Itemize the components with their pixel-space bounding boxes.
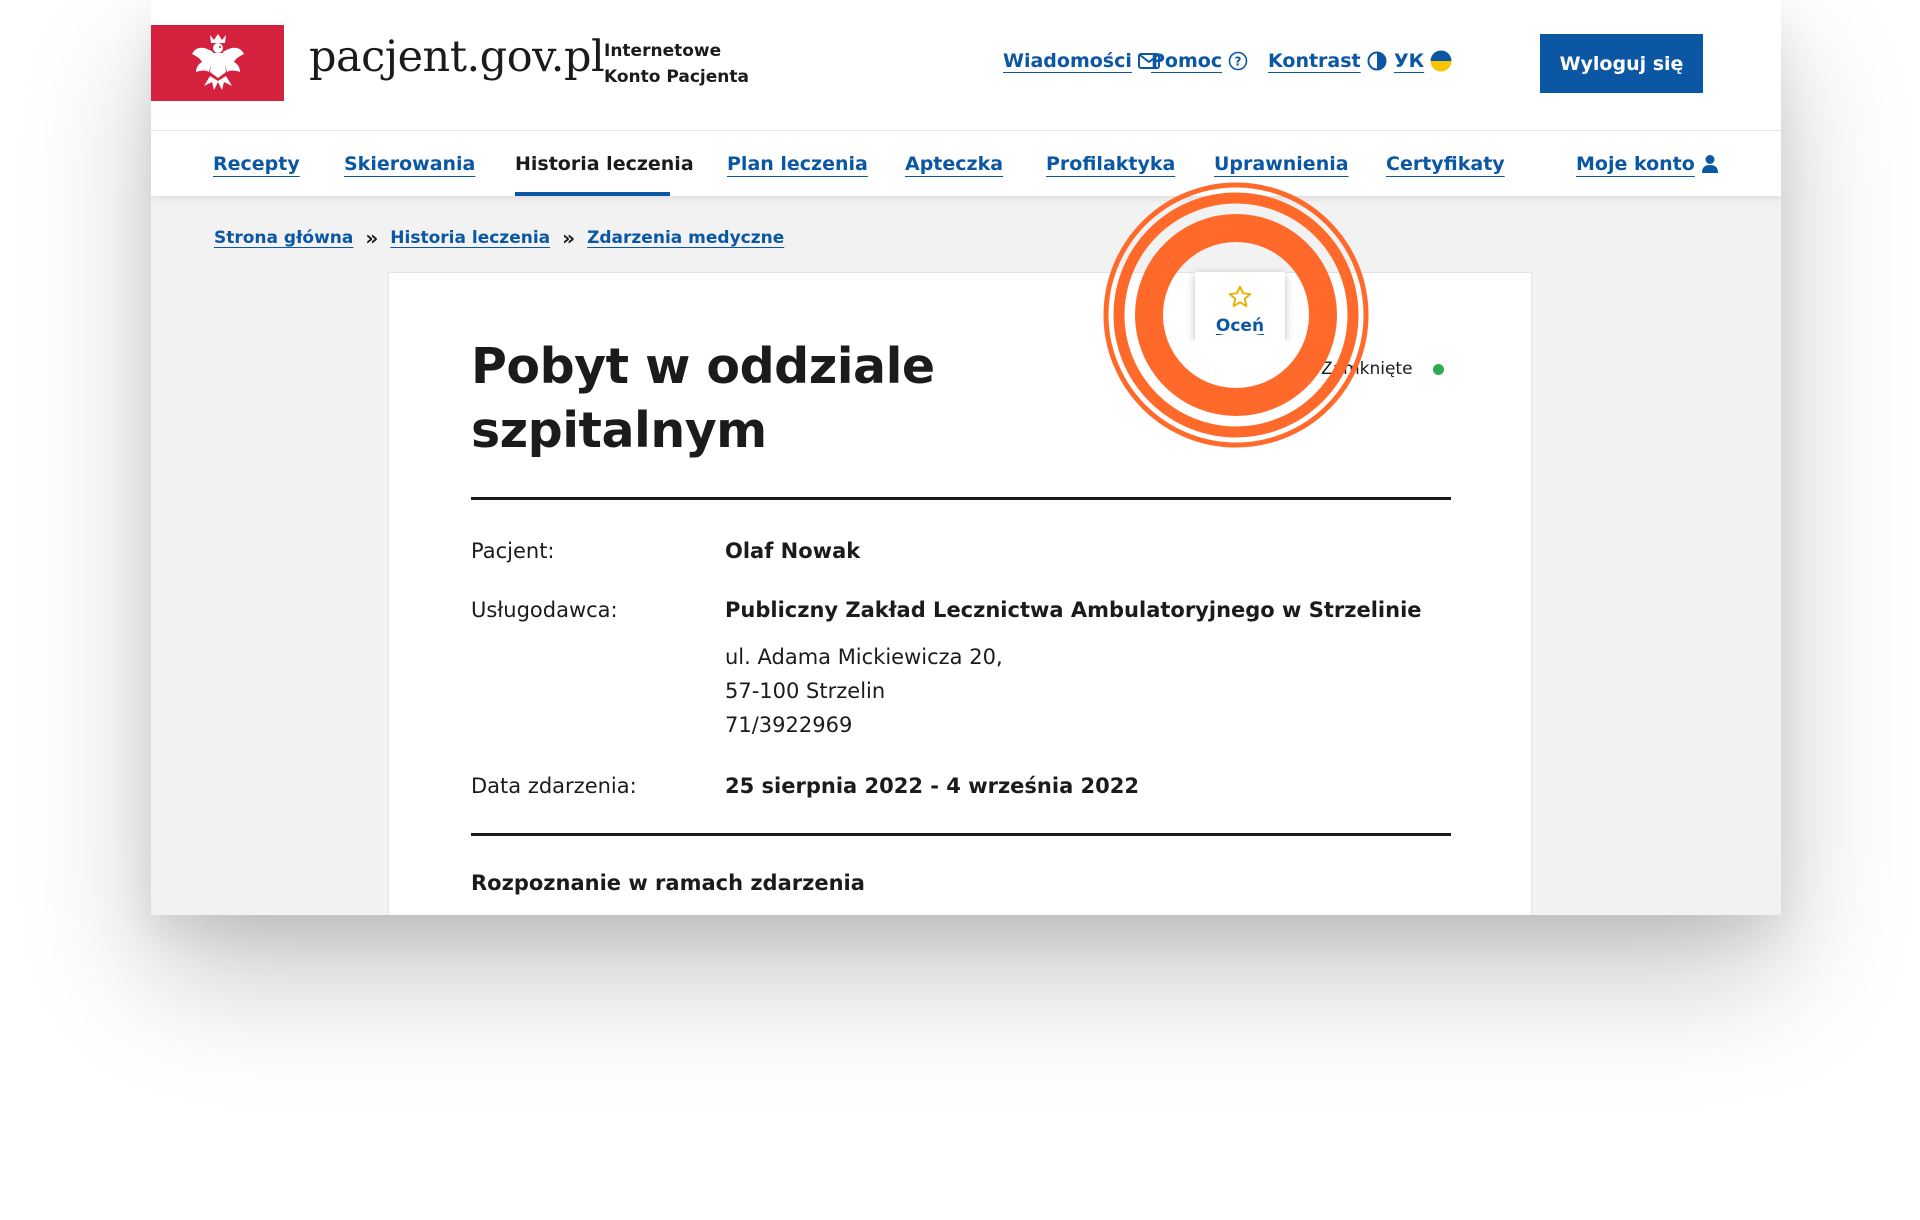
brand-subtitle-line2: Konto Pacjenta — [604, 67, 749, 87]
nav-item-certyfikaty[interactable]: Certyfikaty — [1386, 153, 1505, 175]
brand-subtitle: Internetowe Konto Pacjenta — [604, 38, 749, 90]
help-link[interactable]: Pomoc ? — [1151, 50, 1248, 72]
ukraine-flag-icon — [1430, 50, 1452, 72]
provider-name: Publiczny Zakład Lecznictwa Ambulatoryjn… — [725, 598, 1422, 622]
language-link[interactable]: УК — [1394, 50, 1452, 72]
divider — [471, 497, 1451, 500]
breadcrumb-home[interactable]: Strona główna — [214, 228, 353, 248]
messages-link[interactable]: Wiadomości — [1003, 50, 1160, 72]
event-date-value: 25 sierpnia 2022 - 4 września 2022 — [725, 774, 1140, 798]
breadcrumb-separator: » — [562, 226, 576, 250]
breadcrumb-historia-leczenia[interactable]: Historia leczenia — [390, 228, 550, 248]
status-badge: Zamknięte — [1321, 359, 1444, 379]
provider-address-line1: ul. Adama Mickiewicza 20, — [725, 645, 1003, 669]
event-date-label: Data zdarzenia: — [471, 774, 637, 798]
site-brand[interactable]: pacjent.gov.pl — [309, 32, 605, 82]
breadcrumb: Strona główna » Historia leczenia » Zdar… — [214, 226, 784, 250]
breadcrumb-zdarzenia-medyczne[interactable]: Zdarzenia medyczne — [587, 228, 784, 248]
diagnosis-section-title: Rozpoznanie w ramach zdarzenia — [471, 871, 865, 895]
account-label: Moje konto — [1576, 153, 1695, 175]
nav-item-uprawnienia[interactable]: Uprawnienia — [1214, 153, 1349, 175]
help-label: Pomoc — [1151, 50, 1223, 72]
site-header: pacjent.gov.pl Internetowe Konto Pacjent… — [151, 0, 1781, 130]
language-label: УК — [1394, 50, 1425, 72]
patient-value: Olaf Nowak — [725, 539, 861, 563]
nav-item-skierowania[interactable]: Skierowania — [344, 153, 475, 175]
provider-phone: 71/3922969 — [725, 713, 853, 737]
messages-label: Wiadomości — [1003, 50, 1132, 72]
contrast-link[interactable]: Kontrast — [1268, 50, 1387, 72]
contrast-label: Kontrast — [1268, 50, 1361, 72]
divider — [471, 833, 1451, 836]
eagle-emblem-icon — [191, 34, 244, 90]
logout-button[interactable]: Wyloguj się — [1540, 34, 1703, 93]
user-icon — [1701, 155, 1718, 173]
star-icon — [1228, 285, 1252, 307]
page-title: Pobyt w oddziale szpitalnym — [471, 338, 935, 459]
breadcrumb-separator: » — [365, 226, 379, 250]
nav-item-historia-leczenia[interactable]: Historia leczenia — [515, 153, 694, 175]
emblem-logo[interactable] — [151, 25, 284, 101]
provider-label: Usługodawca: — [471, 598, 618, 622]
nav-active-indicator — [515, 192, 670, 196]
main-navigation: Recepty Skierowania Historia leczenia Pl… — [151, 130, 1781, 196]
patient-label: Pacjent: — [471, 539, 555, 563]
event-details-card: Pobyt w oddziale szpitalnym Zamknięte Pa… — [388, 272, 1532, 915]
nav-item-profilaktyka[interactable]: Profilaktyka — [1046, 153, 1175, 175]
question-circle-icon: ? — [1228, 51, 1248, 71]
nav-item-moje-konto[interactable]: Moje konto — [1576, 153, 1719, 175]
contrast-icon — [1367, 51, 1387, 71]
svg-text:?: ? — [1235, 55, 1242, 69]
rate-button-content: Oceń — [1195, 284, 1285, 336]
provider-address-line2: 57-100 Strzelin — [725, 679, 886, 703]
status-dot-icon — [1432, 363, 1444, 375]
browser-screenshot: pacjent.gov.pl Internetowe Konto Pacjent… — [151, 0, 1781, 915]
nav-item-apteczka[interactable]: Apteczka — [905, 153, 1003, 175]
nav-item-plan-leczenia[interactable]: Plan leczenia — [727, 153, 868, 175]
status-label: Zamknięte — [1321, 359, 1413, 379]
brand-subtitle-line1: Internetowe — [604, 41, 722, 61]
nav-item-recepty[interactable]: Recepty — [213, 153, 300, 175]
